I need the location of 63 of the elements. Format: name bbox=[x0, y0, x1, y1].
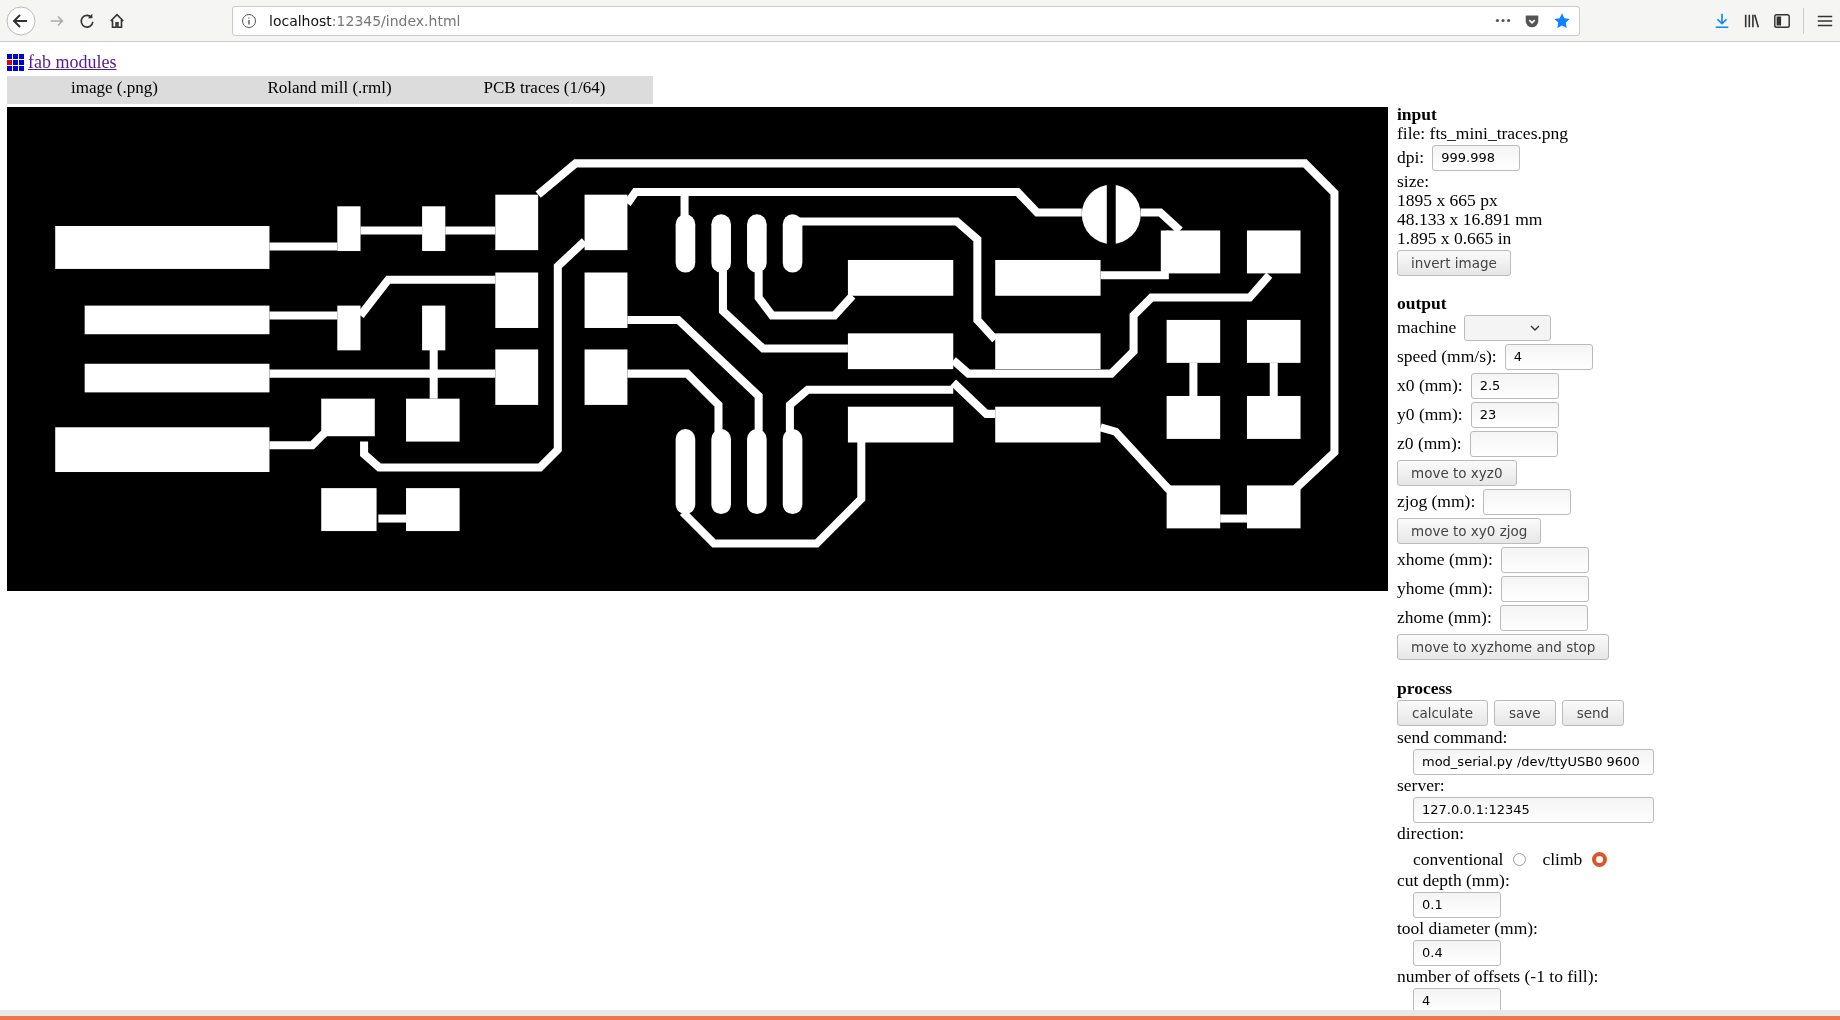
invert-image-button[interactable]: invert image bbox=[1397, 249, 1511, 276]
module-menu[interactable]: Roland mill (.rml) bbox=[222, 76, 437, 104]
input-field[interactable] bbox=[1500, 575, 1589, 602]
field-label: yhome (mm): bbox=[1397, 579, 1493, 598]
input-field[interactable]: 23 bbox=[1470, 401, 1559, 428]
input-field[interactable]: 127.0.0.1:12345 bbox=[1413, 796, 1654, 823]
input-field[interactable] bbox=[1499, 604, 1588, 631]
section-heading: process bbox=[1397, 679, 1454, 698]
url-text: localhost:12345/index.html bbox=[269, 12, 461, 29]
field-label: server: bbox=[1397, 776, 1446, 795]
field-label: z0 (mm): bbox=[1397, 434, 1462, 453]
radio-button[interactable] bbox=[1592, 851, 1608, 867]
action-button[interactable]: move to xy0 zjog bbox=[1397, 517, 1542, 544]
size-text: 1895 x 665 px bbox=[1397, 191, 1499, 210]
input-field[interactable]: 999.998 bbox=[1432, 144, 1521, 171]
radio-label: conventional bbox=[1413, 849, 1504, 869]
download-icon[interactable] bbox=[1713, 11, 1731, 30]
field-label: dpi: bbox=[1397, 148, 1425, 167]
input-field[interactable]: 0.4 bbox=[1413, 939, 1501, 966]
field-label: machine bbox=[1397, 318, 1457, 337]
field-label: speed (mm/s): bbox=[1397, 347, 1497, 366]
field-label: tool diameter (mm): bbox=[1397, 919, 1539, 938]
radio-label: climb bbox=[1542, 849, 1583, 869]
size-text: 1.895 x 0.665 in bbox=[1397, 229, 1513, 248]
home-icon[interactable] bbox=[108, 11, 126, 30]
caret-icon bbox=[1530, 324, 1541, 331]
input-field[interactable]: 2.5 bbox=[1470, 372, 1559, 399]
address-bar[interactable]: localhost:12345/index.html bbox=[232, 5, 1580, 36]
input-field[interactable]: 4 bbox=[1504, 343, 1593, 370]
field-label: zhome (mm): bbox=[1397, 608, 1492, 627]
field-label: x0 (mm): bbox=[1397, 376, 1463, 395]
back-icon[interactable] bbox=[6, 5, 36, 36]
radio-button[interactable] bbox=[1513, 852, 1527, 866]
size-text: 48.133 x 16.891 mm bbox=[1397, 210, 1544, 229]
module-menu[interactable]: PCB traces (1/64) bbox=[437, 76, 652, 104]
field-label: direction: bbox=[1397, 824, 1466, 843]
section-heading: input bbox=[1397, 105, 1438, 124]
input-field[interactable] bbox=[1500, 546, 1589, 573]
input-field[interactable] bbox=[1469, 430, 1558, 457]
action-button[interactable]: move to xyzhome and stop bbox=[1397, 633, 1610, 660]
action-button[interactable]: send bbox=[1561, 700, 1625, 726]
field-label: size: bbox=[1397, 172, 1431, 191]
star-icon[interactable] bbox=[1553, 11, 1571, 30]
field-label: y0 (mm): bbox=[1397, 405, 1463, 424]
file-name-text: file: fts_mini_traces.png bbox=[1397, 124, 1570, 143]
section-heading: output bbox=[1397, 294, 1448, 313]
field-label: cut depth (mm): bbox=[1397, 871, 1511, 890]
action-button[interactable]: calculate bbox=[1397, 700, 1489, 726]
more-icon[interactable] bbox=[1495, 18, 1511, 23]
input-field[interactable] bbox=[1483, 488, 1572, 515]
field-label: zjog (mm): bbox=[1397, 492, 1476, 511]
input-field[interactable]: 0.1 bbox=[1413, 891, 1501, 918]
field-label: xhome (mm): bbox=[1397, 550, 1493, 569]
input-field[interactable]: mod_serial.py /dev/ttyUSB0 9600 bbox=[1413, 748, 1654, 775]
field-label: send command: bbox=[1397, 728, 1509, 747]
fab-modules-link[interactable]: fab modules bbox=[28, 51, 117, 73]
field-label: number of offsets (-1 to fill): bbox=[1397, 967, 1600, 986]
action-button[interactable]: save bbox=[1494, 700, 1556, 726]
info-icon[interactable] bbox=[241, 12, 257, 29]
action-button[interactable]: move to xyz0 bbox=[1397, 459, 1517, 486]
module-menu[interactable]: image (.png) bbox=[7, 76, 222, 104]
sidebar-icon[interactable] bbox=[1773, 11, 1791, 30]
grid-logo-icon bbox=[7, 53, 24, 71]
